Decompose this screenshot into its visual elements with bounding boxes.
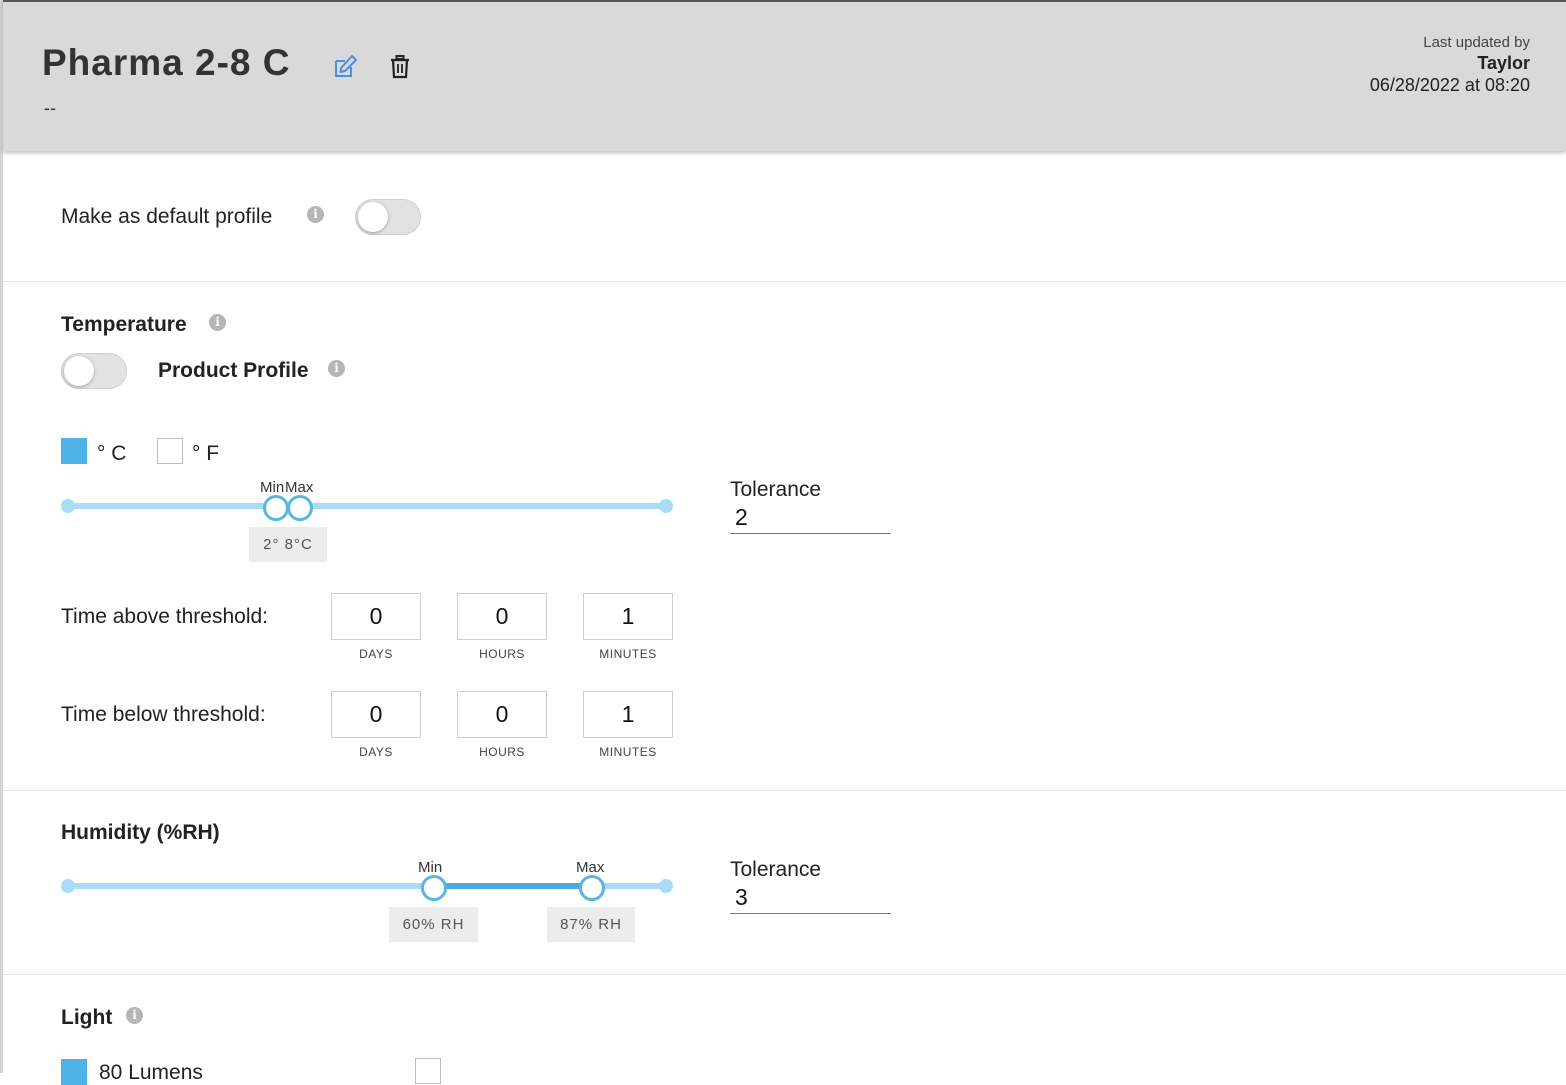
light-second-checkbox[interactable] [415, 1058, 441, 1084]
default-profile-label: Make as default profile [61, 205, 273, 228]
default-profile-toggle[interactable] [355, 199, 421, 235]
slider-start-dot [61, 879, 75, 893]
temperature-tolerance-input[interactable] [730, 502, 891, 534]
hours-unit-label: HOURS [479, 745, 525, 759]
temperature-heading: Temperature [61, 313, 187, 336]
info-icon[interactable]: i [209, 314, 226, 331]
humidity-tolerance-label: Tolerance [730, 858, 822, 881]
section-divider [3, 281, 1566, 282]
time-above-days-input[interactable] [331, 593, 421, 640]
humidity-max-value: 87% RH [547, 907, 635, 942]
time-below-minutes-input[interactable] [583, 691, 673, 738]
toggle-knob [358, 202, 388, 232]
celsius-label: ° C [97, 442, 127, 465]
slider-start-dot [61, 499, 75, 513]
last-updated-date: 06/28/2022 at 08:20 [1369, 75, 1530, 95]
fahrenheit-label: ° F [192, 442, 220, 465]
page-title: Pharma 2-8 C [42, 42, 291, 83]
profile-header: Pharma 2-8 C -- Last updated by Taylor 0… [3, 0, 1566, 151]
product-profile-toggle[interactable] [61, 353, 127, 389]
temperature-tolerance-label: Tolerance [730, 478, 822, 501]
humidity-heading: Humidity (%RH) [61, 821, 220, 844]
time-below-label: Time below threshold: [61, 703, 266, 726]
minutes-unit-label: MINUTES [599, 745, 657, 759]
humidity-tolerance-input[interactable] [730, 882, 891, 914]
time-below-hours-input[interactable] [457, 691, 547, 738]
temperature-min-thumb[interactable] [263, 495, 289, 521]
days-unit-label: DAYS [359, 647, 393, 661]
days-unit-label: DAYS [359, 745, 393, 759]
time-above-label: Time above threshold: [61, 605, 268, 628]
temperature-max-label: Max [285, 479, 314, 496]
delete-icon[interactable] [389, 55, 411, 79]
light-option-label: 80 Lumens [99, 1061, 203, 1084]
temperature-slider-track[interactable] [68, 503, 666, 509]
temperature-min-label: Min [260, 479, 285, 496]
edit-icon[interactable] [332, 54, 358, 80]
time-below-days-input[interactable] [331, 691, 421, 738]
light-heading: Light [61, 1006, 113, 1029]
slider-end-dot [659, 499, 673, 513]
temperature-range-value: 2° 8°C [249, 527, 327, 562]
section-divider [3, 974, 1566, 975]
product-profile-label: Product Profile [158, 359, 309, 382]
profile-description: -- [44, 98, 56, 118]
humidity-max-label: Max [576, 859, 605, 876]
humidity-slider-range [433, 883, 591, 889]
time-above-minutes-input[interactable] [583, 593, 673, 640]
humidity-min-label: Min [418, 859, 443, 876]
fahrenheit-checkbox[interactable] [157, 438, 183, 464]
toggle-knob [64, 356, 94, 386]
minutes-unit-label: MINUTES [599, 647, 657, 661]
last-updated-label: Last updated by [1423, 34, 1530, 51]
info-icon[interactable]: i [328, 360, 345, 377]
humidity-min-thumb[interactable] [421, 875, 447, 901]
section-divider [3, 790, 1566, 791]
light-option-checkbox[interactable] [61, 1059, 87, 1085]
page-left-border [0, 0, 3, 1073]
humidity-max-thumb[interactable] [579, 875, 605, 901]
time-above-hours-input[interactable] [457, 593, 547, 640]
temperature-max-thumb[interactable] [287, 495, 313, 521]
info-icon[interactable]: i [126, 1007, 143, 1024]
last-updated-info: Last updated by Taylor 06/28/2022 at 08:… [1370, 34, 1530, 96]
slider-end-dot [659, 879, 673, 893]
info-icon[interactable]: i [307, 206, 324, 223]
last-updated-user: Taylor [1477, 53, 1530, 73]
humidity-min-value: 60% RH [389, 907, 478, 942]
hours-unit-label: HOURS [479, 647, 525, 661]
celsius-checkbox[interactable] [61, 438, 87, 464]
